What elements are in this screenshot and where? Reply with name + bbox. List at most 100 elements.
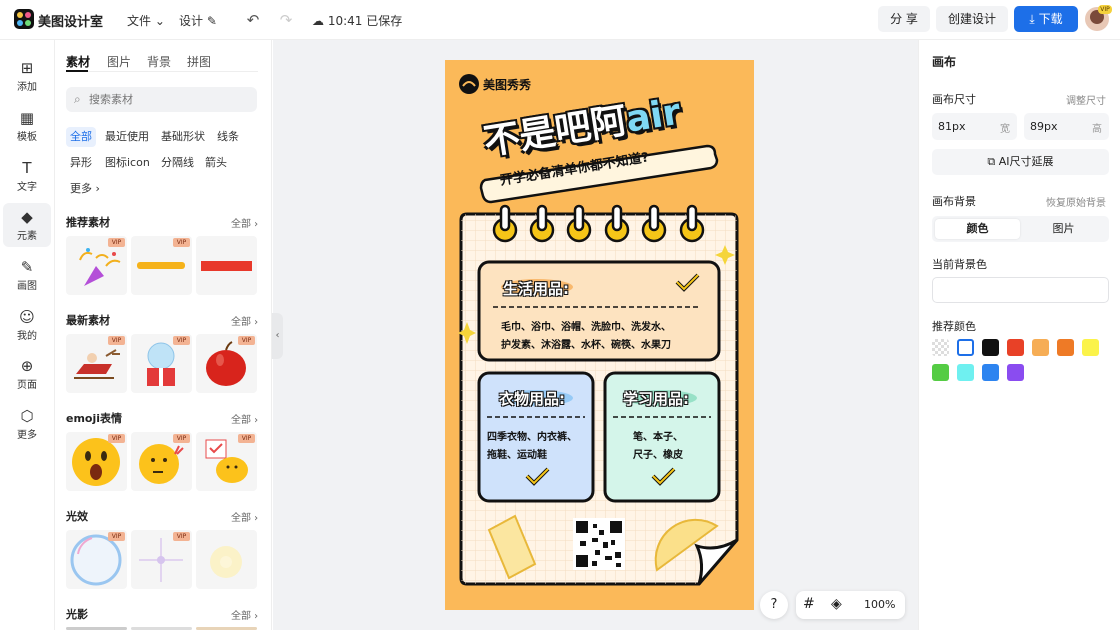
rail-pages[interactable]: ⊕ 页面 — [3, 352, 51, 396]
rail-draw[interactable]: ✎ 画图 — [3, 253, 51, 297]
chip-icons[interactable]: 图标icon — [101, 153, 154, 173]
see-all-label: 全部 — [231, 317, 251, 328]
color-swatch[interactable] — [982, 364, 999, 381]
see-all-link[interactable]: 全部 › — [231, 411, 258, 426]
zoom-level[interactable]: 100% — [864, 598, 895, 611]
search-input[interactable] — [89, 90, 249, 109]
adjust-size-link[interactable]: 调整尺寸 — [1066, 92, 1106, 107]
chip-more[interactable]: 更多 › — [66, 179, 104, 199]
layers-icon[interactable]: ◈ — [831, 596, 842, 612]
undo-icon[interactable]: ↶ — [243, 10, 263, 30]
red-bar-image — [201, 261, 252, 271]
chip-recent[interactable]: 最近使用 — [101, 127, 153, 147]
see-all-link[interactable]: 全部 › — [231, 509, 258, 524]
file-menu[interactable]: 文件 ⌄ — [127, 12, 165, 29]
vip-badge: VIP — [173, 532, 190, 541]
tab-collage[interactable]: 拼图 — [187, 53, 211, 70]
restore-bg-link[interactable]: 恢复原始背景 — [1046, 194, 1106, 209]
material-thumb[interactable]: VIP — [196, 432, 257, 491]
material-thumb[interactable]: VIP — [131, 334, 192, 393]
top-bar: 美图设计室 文件 ⌄ 设计 ✎ ↶ ↷ ☁ 10:41 已保存 分 享 创建设计… — [0, 0, 1120, 40]
rail-label: 我的 — [17, 331, 37, 342]
rail-mine[interactable]: ☺ 我的 — [3, 303, 51, 347]
color-swatch[interactable] — [957, 364, 974, 381]
material-thumb[interactable]: VIP — [66, 530, 127, 589]
ai-extend-button[interactable]: ⧉ AI尺寸延展 — [932, 149, 1109, 175]
chip-arrows[interactable]: 箭头 — [201, 153, 231, 173]
panel-heading: 画布 — [932, 55, 957, 69]
vip-badge: VIP — [173, 434, 190, 443]
see-all-link[interactable]: 全部 › — [231, 607, 258, 622]
vip-badge: VIP — [238, 434, 255, 443]
see-all-link[interactable]: 全部 › — [231, 313, 258, 328]
width-field[interactable]: 81px 宽 — [932, 113, 1017, 140]
app-logo-icon[interactable] — [14, 9, 34, 29]
clothes-title: 衣物用品: — [499, 390, 565, 408]
material-thumb[interactable]: VIP — [131, 530, 192, 589]
material-thumb[interactable]: VIP — [66, 432, 127, 491]
tab-images[interactable]: 图片 — [107, 53, 131, 70]
file-menu-label: 文件 — [127, 14, 152, 28]
left-rail: ⊞ 添加 ▦ 模板 T 文字 ◆ 元素 ✎ 画图 ☺ 我的 ⊕ 页面 ⬡ 更多 — [0, 40, 55, 630]
rail-label: 模板 — [17, 132, 37, 143]
material-thumb[interactable]: VIP — [66, 334, 127, 393]
text-icon: T — [22, 159, 32, 177]
rail-more[interactable]: ⬡ 更多 — [3, 402, 51, 446]
material-thumb[interactable]: VIP — [196, 334, 257, 393]
height-value: 89px — [1030, 120, 1058, 133]
color-swatch[interactable] — [982, 339, 999, 356]
seg-color[interactable]: 颜色 — [935, 219, 1020, 239]
redo-icon[interactable]: ↷ — [276, 10, 296, 30]
rail-add[interactable]: ⊞ 添加 — [3, 54, 51, 98]
color-swatch[interactable] — [932, 339, 949, 356]
tab-materials[interactable]: 素材 — [66, 53, 90, 70]
chevron-left-icon: ‹ — [275, 330, 280, 341]
color-swatch[interactable] — [1007, 364, 1024, 381]
plus-box-icon: ⊞ — [20, 59, 34, 77]
ai-extend-label: AI尺寸延展 — [998, 155, 1054, 168]
height-field[interactable]: 89px 高 — [1024, 113, 1109, 140]
color-swatch[interactable] — [932, 364, 949, 381]
chip-irregular[interactable]: 异形 — [66, 153, 96, 173]
current-bg-label: 当前背景色 — [932, 258, 987, 271]
chip-dividers[interactable]: 分隔线 — [157, 153, 198, 173]
design-menu[interactable]: 设计 ✎ — [179, 12, 217, 29]
rail-text[interactable]: T 文字 — [3, 154, 51, 198]
rail-elements[interactable]: ◆ 元素 — [3, 203, 51, 247]
chip-basic-shapes[interactable]: 基础形状 — [157, 127, 209, 147]
search-box[interactable]: ⌕ — [66, 87, 257, 112]
width-unit: 宽 — [1000, 124, 1010, 135]
shapes-icon: ◆ — [21, 208, 33, 226]
color-swatch[interactable] — [1007, 339, 1024, 356]
current-bg-color[interactable] — [932, 277, 1109, 303]
cube-icon: ⬡ — [20, 407, 34, 425]
color-swatch[interactable] — [957, 339, 974, 356]
seg-image[interactable]: 图片 — [1021, 219, 1106, 239]
share-button[interactable]: 分 享 — [878, 6, 930, 32]
chip-more-label: 更多 — [70, 182, 92, 195]
help-button[interactable]: ? — [760, 591, 788, 619]
material-thumb[interactable]: VIP — [131, 432, 192, 491]
tab-backgrounds[interactable]: 背景 — [147, 53, 171, 70]
ai-extend-icon: ⧉ — [987, 155, 996, 168]
download-button[interactable]: ⤓ 下载 — [1014, 6, 1078, 32]
material-thumb[interactable] — [196, 236, 257, 295]
cloud-icon: ☁ — [312, 14, 324, 28]
canvas-bg-label: 画布背景 — [932, 195, 976, 208]
collapse-panel-button[interactable]: ‹ — [272, 313, 283, 359]
rail-templates[interactable]: ▦ 模板 — [3, 104, 51, 148]
material-thumb[interactable]: VIP — [66, 236, 127, 295]
color-swatch[interactable] — [1032, 339, 1049, 356]
grid-icon[interactable]: # — [803, 596, 815, 612]
material-thumb[interactable]: VIP — [131, 236, 192, 295]
material-thumb[interactable] — [196, 530, 257, 589]
chip-lines[interactable]: 线条 — [213, 127, 243, 147]
see-all-link[interactable]: 全部 › — [231, 215, 258, 230]
section-recommended: 推荐素材 — [66, 216, 110, 229]
chip-all[interactable]: 全部 — [66, 127, 96, 147]
color-swatch[interactable] — [1057, 339, 1074, 356]
poster-canvas[interactable]: 美图秀秀 不是吧阿air 开学必备清单你都不知道? 生活用品: 毛巾、浴巾、浴帽… — [445, 60, 754, 610]
create-design-button[interactable]: 创建设计 — [936, 6, 1008, 32]
color-swatch[interactable] — [1082, 339, 1099, 356]
search-icon: ⌕ — [74, 92, 81, 106]
